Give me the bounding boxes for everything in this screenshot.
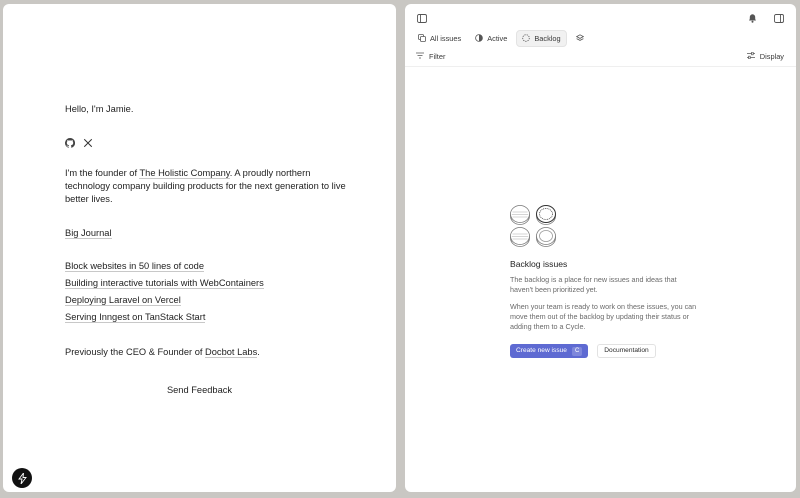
view-layers-button[interactable] bbox=[571, 30, 589, 47]
sliders-icon bbox=[746, 51, 755, 61]
filter-label: Filter bbox=[429, 52, 446, 61]
greeting: Hello, I'm Jamie. bbox=[65, 104, 134, 114]
github-icon[interactable] bbox=[65, 138, 75, 148]
bio-prefix: I'm the founder of bbox=[65, 168, 140, 178]
details-panel-toggle-icon[interactable] bbox=[771, 10, 787, 26]
empty-state-description: The backlog is a place for new issues an… bbox=[510, 275, 677, 294]
journal-section: Big Journal bbox=[65, 227, 355, 240]
nextjs-devtools-icon[interactable] bbox=[12, 468, 32, 488]
filter-icon bbox=[416, 52, 424, 61]
sidebar-toggle-icon[interactable] bbox=[414, 10, 430, 26]
display-button[interactable]: Display bbox=[746, 51, 784, 61]
tab-all-issues[interactable]: All issues bbox=[413, 30, 466, 47]
tab-backlog[interactable]: Backlog bbox=[516, 30, 567, 47]
tab-label: Active bbox=[487, 34, 508, 43]
divider bbox=[405, 66, 796, 67]
posts-list: Block websites in 50 lines of code Build… bbox=[65, 260, 355, 328]
personal-site-panel: Hello, I'm Jamie. I'm the founder of The… bbox=[3, 4, 396, 492]
issue-tracker-panel: All issues Active Backlog Filter Display… bbox=[405, 4, 796, 492]
notifications-bell-icon[interactable] bbox=[744, 10, 760, 26]
docbot-labs-link[interactable]: Docbot Labs bbox=[205, 347, 258, 358]
post-link[interactable]: Block websites in 50 lines of code bbox=[65, 261, 205, 272]
tab-label: Backlog bbox=[534, 34, 561, 43]
list-item: Deploying Laravel on Vercel bbox=[65, 294, 355, 311]
empty-state: Backlog issues The backlog is a place fo… bbox=[510, 203, 700, 359]
post-link[interactable]: Deploying Laravel on Vercel bbox=[65, 295, 181, 306]
tab-label: All issues bbox=[430, 34, 462, 43]
empty-state-title: Backlog issues bbox=[510, 258, 568, 269]
documentation-button[interactable]: Documentation bbox=[597, 344, 656, 359]
intro-content: Hello, I'm Jamie. I'm the founder of The… bbox=[65, 103, 355, 359]
top-bar bbox=[405, 8, 796, 28]
list-item: Building interactive tutorials with WebC… bbox=[65, 277, 355, 294]
backlog-illustration-icon bbox=[510, 205, 556, 247]
list-item: Block websites in 50 lines of code bbox=[65, 260, 355, 277]
previously: Previously the CEO & Founder of Docbot L… bbox=[65, 346, 355, 359]
social-links bbox=[65, 138, 355, 148]
x-twitter-icon[interactable] bbox=[83, 138, 93, 148]
dashed-circle-icon bbox=[522, 33, 531, 44]
previously-prefix: Previously the CEO & Founder of bbox=[65, 347, 206, 357]
send-feedback-link[interactable]: Send Feedback bbox=[3, 385, 396, 395]
display-label: Display bbox=[759, 52, 784, 61]
empty-state-actions: Create new issue C Documentation bbox=[510, 344, 700, 359]
big-journal-link[interactable]: Big Journal bbox=[65, 228, 112, 239]
tab-active[interactable]: Active bbox=[470, 30, 512, 47]
create-issue-button[interactable]: Create new issue C bbox=[510, 344, 589, 359]
list-item: Serving Inngest on TanStack Start bbox=[65, 311, 355, 328]
bio: I'm the founder of The Holistic Company.… bbox=[65, 167, 355, 206]
filter-row: Filter Display bbox=[405, 51, 796, 66]
holistic-company-link[interactable]: The Holistic Company bbox=[139, 168, 230, 179]
empty-state-help: When your team is ready to work on these… bbox=[510, 302, 697, 331]
half-circle-icon bbox=[475, 33, 484, 44]
create-issue-label: Create new issue bbox=[516, 347, 567, 355]
view-tabs: All issues Active Backlog bbox=[413, 30, 589, 47]
filter-button[interactable]: Filter bbox=[416, 52, 445, 61]
issues-icon bbox=[418, 33, 426, 44]
post-link[interactable]: Building interactive tutorials with WebC… bbox=[65, 278, 264, 289]
post-link[interactable]: Serving Inngest on TanStack Start bbox=[65, 312, 206, 323]
shortcut-badge: C bbox=[571, 346, 583, 356]
previously-suffix: . bbox=[257, 347, 260, 357]
layers-icon bbox=[575, 33, 584, 44]
